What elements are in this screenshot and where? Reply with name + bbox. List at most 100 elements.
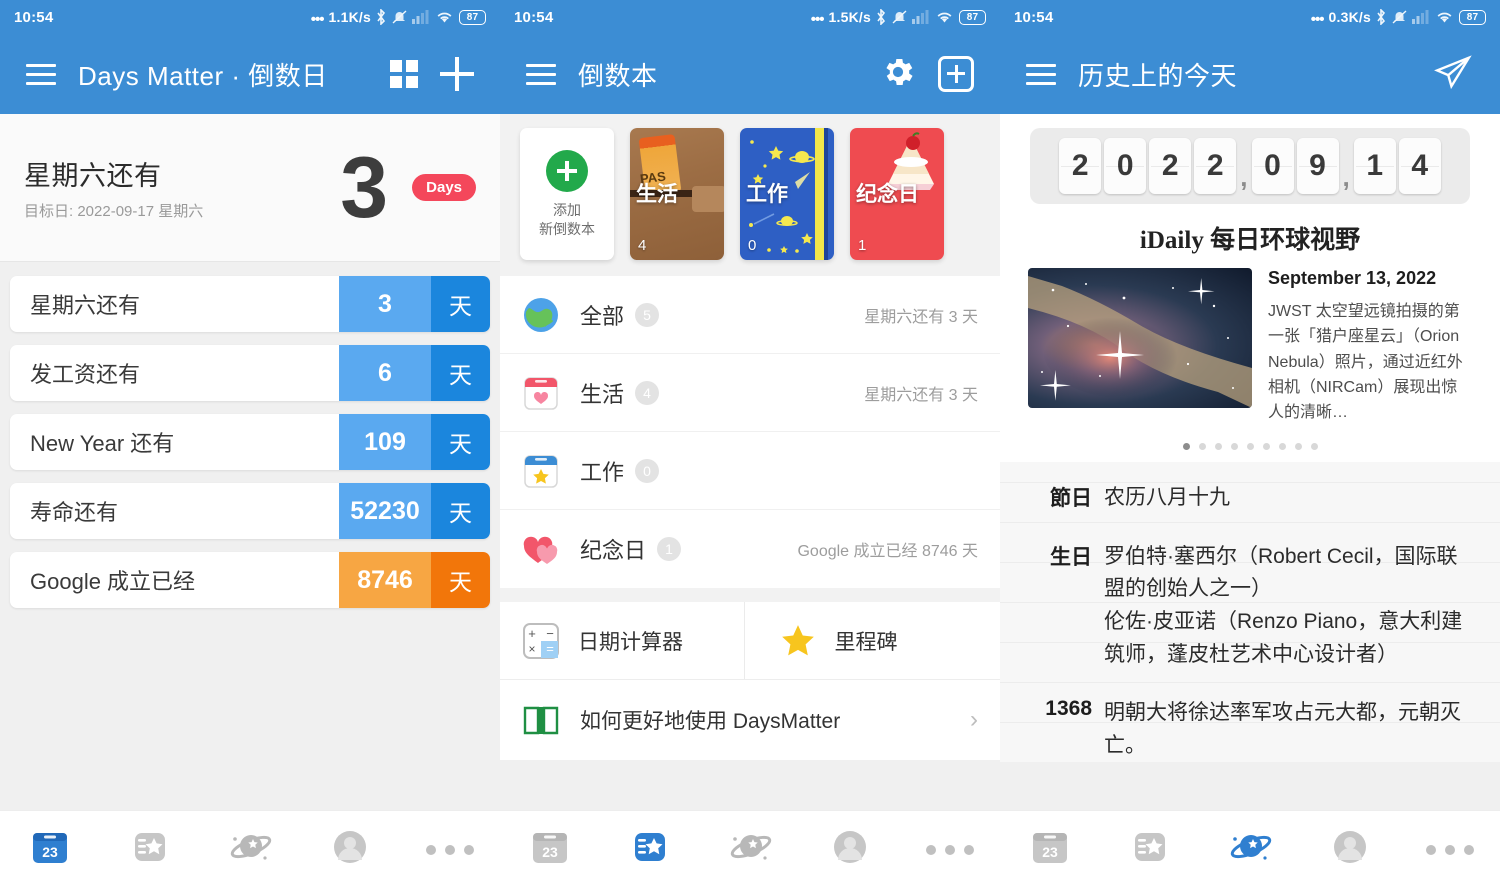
flip-separator: , [1240,162,1248,192]
countdown-row[interactable]: 星期六还有 3 天 [10,276,490,332]
book-shelf: 添加 新倒数本 PAS 生活 4 工作 0 纪念日 1 [500,114,1000,276]
carousel-dots[interactable] [1000,431,1500,463]
book-spine [815,128,824,260]
cellular-signal-icon [912,10,930,24]
book-count: 4 [638,237,647,254]
panel-today-in-history: 10:54 ••• 0.3K/s 87 历史上的今天 2 0 2 2 , 0 9… [1000,0,1500,888]
flip-digit: 4 [1398,138,1441,194]
nav-notebook-star[interactable] [100,825,200,874]
notebook-star-icon [1128,825,1172,874]
add-icon[interactable] [440,57,474,91]
countdown-row[interactable]: Google 成立已经 8746 天 [10,552,490,608]
panel-body: 2022,09,14 iDaily 每日环球视野 September 13, 2… [1000,114,1500,810]
send-icon[interactable] [1432,53,1474,96]
countdown-value: 8746 [339,552,431,608]
menu-icon[interactable] [526,63,556,85]
countdown-unit: 天 [431,276,490,332]
nav-planet[interactable] [1200,825,1300,874]
category-row[interactable]: 纪念日 1 Google 成立已经 8746 天 [500,510,1000,588]
nav-more-dots[interactable] [400,844,500,855]
carousel-dot[interactable] [1294,443,1302,451]
nav-calendar-23[interactable]: 23 [0,825,100,874]
avatar-icon [328,825,372,874]
countdown-label: 寿命还有 [30,500,119,525]
nav-avatar[interactable] [800,825,900,874]
category-count-badge: 1 [657,537,682,561]
carousel-dot[interactable] [1262,443,1270,451]
category-summary: 星期六还有 3 天 [864,386,978,404]
add-new-book-card[interactable]: 添加 新倒数本 [520,128,614,260]
carousel-dot[interactable] [1246,443,1254,451]
add-book-icon[interactable] [938,56,974,92]
tool-label: 里程碑 [834,630,898,654]
category-name: 全部 [580,303,625,329]
nav-notebook-star[interactable] [1100,825,1200,874]
svg-text:23: 23 [1042,844,1058,860]
countdown-row[interactable]: New Year 还有 109 天 [10,414,490,470]
network-speed: 0.3K/s [1328,9,1371,25]
idaily-card[interactable]: September 13, 2022 JWST 太空望远镜拍摄的第一张「猎户座星… [1000,268,1500,432]
carousel-dot[interactable] [1230,443,1238,451]
nav-avatar[interactable] [300,825,400,874]
cellular-signal-icon [412,10,430,24]
book-card[interactable]: 工作 0 [740,128,834,260]
category-row[interactable]: 全部 5 星期六还有 3 天 [500,276,1000,354]
network-dots-icon: ••• [310,10,325,28]
countdown-row[interactable]: 寿命还有 52230 天 [10,483,490,539]
app-bar: 历史上的今天 [1000,34,1500,114]
history-value: 农历八月十九 [1104,486,1230,510]
bluetooth-icon [376,9,387,25]
help-row[interactable]: 如何更好地使用 DaysMatter › [500,680,1000,760]
carousel-dot[interactable] [1182,443,1190,451]
carousel-dot[interactable] [1278,443,1286,451]
globe-icon [522,296,560,334]
nav-more-dots[interactable] [900,844,1000,855]
carousel-dot[interactable] [1310,443,1318,451]
flip-digit: 2 [1149,138,1192,194]
book-card[interactable]: PAS 生活 4 [630,128,724,260]
bottom-nav-2: 23 [500,810,1000,888]
section-gap [500,588,1000,602]
panel-body: 星期六还有 目标日: 2022-09-17 星期六 3 Days 星期六还有 3 天… [0,114,500,810]
nav-more-dots[interactable] [1400,844,1500,855]
nav-notebook-star[interactable] [600,825,700,874]
bluetooth-icon [1376,9,1387,25]
nav-planet[interactable] [700,825,800,874]
countdown-list: 星期六还有 3 天发工资还有 6 天 New Year 还有 109 天寿命还有 52230 天 G… [0,262,500,608]
flip-digit: 0 [1104,138,1147,194]
mute-bell-icon [392,9,407,25]
category-row[interactable]: 生活 4 星期六还有 3 天 [500,354,1000,432]
grid-view-icon[interactable] [390,60,418,88]
battery-level: 87 [959,9,986,25]
nav-calendar-23[interactable]: 23 [500,825,600,874]
hero-number: 3 [340,139,388,236]
carousel-dot[interactable] [1214,443,1222,451]
history-row: 生日 罗伯特·塞西尔（Robert Cecil，国际联盟的创始人之一） 伦佐·皮亚… [1026,541,1474,671]
gear-icon[interactable] [880,54,916,95]
category-row[interactable]: 工作 0 [500,432,1000,510]
page-title: Days Matter · 倒数日 [78,60,328,91]
countdown-row[interactable]: 发工资还有 6 天 [10,345,490,401]
bluetooth-icon [876,9,887,25]
battery-level: 87 [459,9,486,25]
flip-digit: 1 [1353,138,1396,194]
network-dots-icon: ••• [810,10,825,28]
nav-avatar[interactable] [1300,825,1400,874]
nav-planet[interactable] [200,825,300,874]
hero-countdown[interactable]: 星期六还有 目标日: 2022-09-17 星期六 3 Days [0,114,500,262]
svg-text:+: + [528,626,536,641]
carousel-dot[interactable] [1198,443,1206,451]
planet-icon [1227,825,1273,874]
svg-text:−: − [546,626,554,641]
nav-calendar-23[interactable]: 23 [1000,825,1100,874]
book-spine-shadow [824,128,828,260]
notebook-star-icon [628,825,672,874]
history-value: 明朝大将徐达率军攻占元大都，元朝灭亡。 [1104,701,1461,757]
cellular-signal-icon [1412,10,1430,24]
hero-title: 星期六还有 [24,161,162,191]
tool-milestone[interactable]: 里程碑 [743,602,1001,679]
menu-icon[interactable] [1026,63,1056,85]
tool-date-calculator[interactable]: + − × = 日期计算器 [500,602,744,679]
menu-icon[interactable] [26,63,56,85]
book-card[interactable]: 纪念日 1 [850,128,944,260]
